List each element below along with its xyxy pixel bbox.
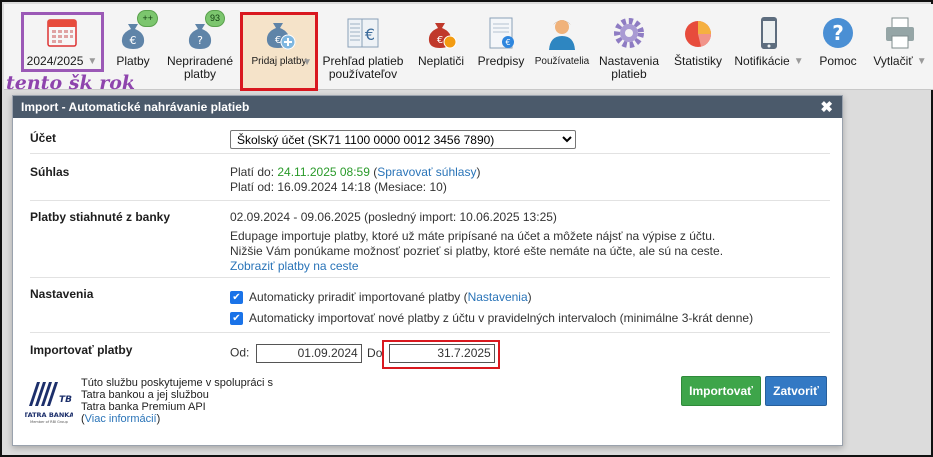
downloaded-info-2: Nižšie Vám ponúkame možnosť pozrieť si p… [230, 244, 724, 258]
downloaded-range: 02.09.2024 - 09.06.2025 (posledný import… [230, 210, 557, 224]
close-icon[interactable]: ✖ [820, 98, 833, 116]
downloaded-row: Platby stiahnuté z banky 02.09.2024 - 09… [30, 201, 830, 278]
svg-text:€: € [365, 25, 375, 44]
toolbar-help[interactable]: ? Pomoc [814, 8, 862, 88]
toolbar-print[interactable]: Vytlačiť ▼ [870, 8, 930, 88]
close-button[interactable]: Zatvoriť [765, 376, 827, 406]
to-label: Do [367, 345, 383, 360]
consent-valid-to-prefix: Platí do: [230, 165, 278, 179]
toolbar-statistics[interactable]: Štatistiky [670, 8, 726, 88]
settings-link[interactable]: Nastavenia [468, 290, 528, 305]
show-pending-payments-link[interactable]: Zobraziť platby na ceste [230, 259, 723, 274]
import-dialog: Import - Automatické nahrávanie platieb … [12, 95, 843, 446]
phone-icon [750, 14, 788, 52]
payments-badge: ++ [137, 10, 158, 27]
downloaded-label: Platby stiahnuté z banky [30, 210, 171, 224]
toolbar-payment-settings[interactable]: Nastavenia platieb [596, 8, 662, 88]
dialog-title: Import - Automatické nahrávanie platieb [21, 100, 250, 114]
help-label: Pomoc [819, 54, 857, 68]
add-payments-label: Pridaj platby [251, 56, 307, 67]
svg-text:€: € [505, 38, 510, 47]
document-euro-icon: € [482, 14, 520, 52]
handwritten-annotation: tento šk rok [6, 72, 136, 94]
footer-line-3: Tatra banka Premium API [81, 401, 206, 413]
toolbar-prescriptions[interactable]: € Predpisy [474, 8, 528, 88]
tatra-banka-logo: TB TATRA BANKA Member of RBI Group [24, 376, 74, 426]
dropdown-arrow-icon: ▼ [793, 56, 804, 67]
highlight-to-date [382, 340, 500, 369]
dialog-header: Import - Automatické nahrávanie platieb … [13, 96, 842, 118]
unassigned-badge: 93 [204, 10, 225, 27]
toolbar-non-payers[interactable]: € Neplatiči [412, 8, 470, 88]
money-bag-question-icon: ? 93 [181, 10, 225, 52]
import-label: Importovať platby [30, 343, 133, 357]
svg-text:€: € [437, 35, 443, 46]
non-payers-label: Neplatiči [417, 54, 465, 68]
printer-icon [881, 14, 919, 52]
auto-assign-text: Automaticky priradiť importované platby … [249, 290, 468, 304]
screenshot-frame: 2024/2025 ▼ € ++ Platby ? 93 Nepriradené… [0, 0, 933, 457]
statistics-label: Štatistiky [673, 54, 722, 68]
dropdown-arrow-icon: ▼ [302, 57, 312, 68]
money-bag-clock-icon: € [422, 14, 460, 52]
users-label: Používatelia [534, 56, 590, 67]
consent-valid-to-date: 24.11.2025 08:59 [277, 165, 370, 179]
consent-label: Súhlas [30, 165, 70, 179]
footer-line-2: Tatra bankou a jej službou [81, 389, 209, 401]
import-button[interactable]: Importovať [681, 376, 761, 406]
dropdown-arrow-icon: ▼ [916, 56, 927, 67]
consent-row: Súhlas Platí do: 24.11.2025 08:59 (Sprav… [30, 154, 830, 201]
ledger-euro-icon: € [344, 14, 382, 52]
more-info-link[interactable]: Viac informácií [85, 413, 157, 425]
money-bag-euro-icon: € ++ [114, 10, 158, 52]
toolbar-users[interactable]: Používatelia [534, 8, 590, 88]
auto-assign-suffix: ) [527, 290, 532, 304]
account-label: Účet [30, 131, 57, 145]
notifications-label: Notifikácie [734, 54, 790, 68]
svg-text:?: ? [197, 34, 203, 47]
auto-assign-checkbox[interactable]: ✔ [230, 291, 243, 304]
auto-import-checkbox[interactable]: ✔ [230, 312, 243, 325]
highlight-school-year [21, 12, 104, 72]
manage-consents-link[interactable]: Spravovať súhlasy [377, 165, 476, 179]
user-icon [543, 14, 581, 52]
overview-label: Prehľad platieb používateľov [322, 54, 404, 81]
svg-text:?: ? [832, 21, 844, 45]
logo-text: TATRA BANKA [25, 411, 73, 419]
svg-text:€: € [130, 34, 137, 47]
toolbar-add-payments[interactable]: € Pridaj platby ▼ [244, 8, 314, 88]
unassigned-label: Nepriradené platby [166, 54, 234, 81]
toolbar-notifications[interactable]: Notifikácie ▼ [732, 8, 806, 88]
main-toolbar: 2024/2025 ▼ € ++ Platby ? 93 Nepriradené… [4, 4, 933, 91]
prescriptions-label: Predpisy [477, 54, 525, 68]
print-label: Vytlačiť [873, 54, 913, 68]
account-select[interactable]: Školský účet (SK71 1100 0000 0012 3456 7… [230, 130, 576, 149]
footer-line-1: Túto službu poskytujeme v spolupráci s [81, 377, 273, 389]
footer-info: Túto službu poskytujeme v spolupráci s T… [81, 377, 273, 425]
payments-label: Platby [116, 54, 150, 68]
payment-settings-label: Nastavenia platieb [598, 54, 660, 81]
svg-text:TB: TB [59, 395, 72, 405]
consent-valid-from: Platí od: 16.09.2024 14:18 (Mesiace: 10) [230, 180, 447, 194]
settings-row: Nastavenia ✔ Automaticky priradiť import… [30, 278, 830, 333]
money-bag-plus-icon: € [260, 14, 298, 52]
settings-label: Nastavenia [30, 287, 94, 301]
gear-icon [610, 14, 648, 52]
toolbar-unassigned-payments[interactable]: ? 93 Nepriradené platby [164, 8, 236, 88]
svg-text:€: € [275, 35, 281, 46]
logo-subtext: Member of RBI Group [30, 420, 68, 424]
help-icon: ? [819, 14, 857, 52]
downloaded-info-1: Edupage importuje platby, ktoré už máte … [230, 229, 716, 243]
account-row: Účet Školský účet (SK71 1100 0000 0012 3… [30, 126, 830, 154]
from-date-input[interactable]: 01.09.2024 [255, 344, 362, 363]
pie-chart-icon [679, 14, 717, 52]
auto-import-text: Automaticky importovať nové platby z účt… [249, 311, 754, 325]
from-label: Od: [230, 345, 250, 360]
toolbar-user-payments-overview[interactable]: € Prehľad platieb používateľov [320, 8, 406, 88]
